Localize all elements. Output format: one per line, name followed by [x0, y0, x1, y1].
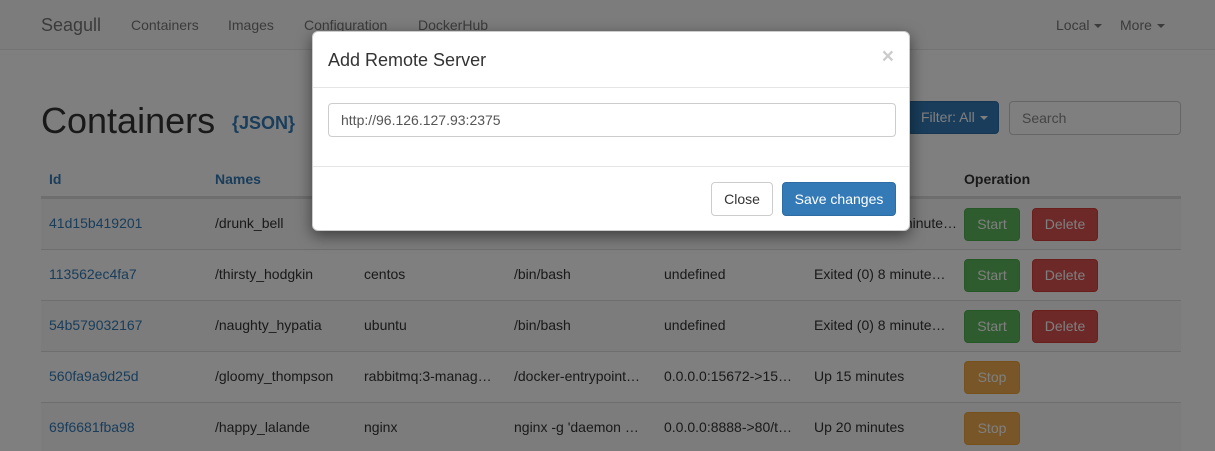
modal-footer: Close Save changes [313, 166, 909, 231]
modal-title: Add Remote Server [328, 50, 487, 70]
server-url-input[interactable] [328, 103, 896, 137]
add-remote-server-dialog: Add Remote Server × Close Save changes [312, 31, 910, 231]
save-changes-button[interactable]: Save changes [782, 182, 896, 216]
close-icon[interactable]: × [882, 46, 894, 67]
close-button[interactable]: Close [711, 182, 773, 216]
modal-header: Add Remote Server × [313, 32, 909, 88]
